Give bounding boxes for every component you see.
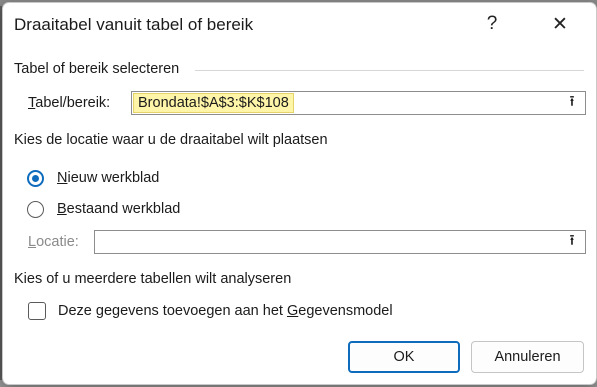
radio-button-new-worksheet[interactable] bbox=[27, 169, 44, 187]
checkbox-text-before: Deze gegevens toevoegen aan het bbox=[58, 303, 287, 319]
radio-accel-new: N bbox=[57, 170, 68, 186]
checkbox-text-after: egevensmodel bbox=[298, 303, 393, 319]
cancel-button[interactable]: Annuleren bbox=[471, 341, 584, 373]
range-label-text: abel/bereik: bbox=[35, 95, 111, 111]
section-heading-analyze: Kies of u meerdere tabellen wilt analyse… bbox=[14, 271, 292, 287]
help-icon: ? bbox=[486, 13, 498, 34]
close-button[interactable]: ✕ bbox=[538, 7, 582, 41]
collapse-dialog-icon: ⭱ bbox=[569, 92, 575, 110]
radio-button-existing-worksheet[interactable] bbox=[27, 200, 44, 218]
pivot-table-dialog: Draaitabel vanuit tabel of bereik ? ✕ Ta… bbox=[2, 2, 597, 385]
section-divider bbox=[195, 70, 584, 71]
help-button[interactable]: ? bbox=[470, 7, 514, 41]
radio-accel-existing: B bbox=[57, 201, 67, 217]
range-value: Brondata!$A$3:$K$108 bbox=[133, 93, 294, 113]
radio-label-existing-worksheet: Bestaand werkblad bbox=[57, 201, 180, 217]
range-label: Tabel/bereik: bbox=[28, 95, 110, 111]
location-label-accel: L bbox=[28, 234, 37, 250]
add-to-data-model-option[interactable]: Deze gegevens toevoegen aan het Gegevens… bbox=[28, 300, 393, 322]
radio-existing-worksheet[interactable]: Bestaand werkblad bbox=[27, 198, 180, 220]
close-icon: ✕ bbox=[552, 13, 568, 35]
checkbox-accel: G bbox=[286, 303, 299, 319]
location-collapse-button[interactable]: ⭱ bbox=[560, 232, 584, 252]
location-input[interactable]: ⭱ bbox=[94, 230, 586, 254]
title-bar[interactable]: Draaitabel vanuit tabel of bereik ? ✕ bbox=[3, 3, 596, 45]
location-label: Locatie: bbox=[28, 234, 79, 250]
section-heading-location: Kies de locatie waar u de draaitabel wil… bbox=[14, 132, 328, 148]
collapse-dialog-icon: ⭱ bbox=[569, 231, 575, 249]
ok-button[interactable]: OK bbox=[348, 341, 460, 373]
radio-new-worksheet[interactable]: Nieuw werkblad bbox=[27, 167, 159, 189]
add-to-data-model-label: Deze gegevens toevoegen aan het Gegevens… bbox=[58, 303, 393, 319]
range-collapse-button[interactable]: ⭱ bbox=[560, 93, 584, 113]
location-label-text: ocatie: bbox=[36, 234, 79, 250]
dialog-title: Draaitabel vanuit tabel of bereik bbox=[14, 15, 254, 34]
radio-text-existing: estaand werkblad bbox=[66, 201, 181, 217]
range-input[interactable]: Brondata!$A$3:$K$108 ⭱ bbox=[131, 91, 586, 115]
add-to-data-model-checkbox[interactable] bbox=[28, 302, 46, 320]
radio-label-new-worksheet: Nieuw werkblad bbox=[57, 170, 159, 186]
radio-text-new: ieuw werkblad bbox=[67, 170, 160, 186]
section-heading-select-range: Tabel of bereik selecteren bbox=[14, 61, 180, 77]
